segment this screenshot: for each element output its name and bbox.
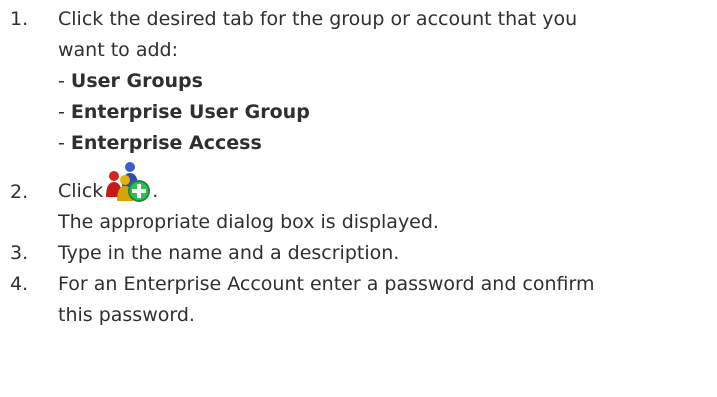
step-number: 2. xyxy=(10,181,29,203)
step-text-period: . xyxy=(152,180,159,202)
option-label: User Groups xyxy=(70,70,203,92)
add-user-group-icon xyxy=(106,161,152,205)
step-4: 4. For an Enterprise Account enter a pas… xyxy=(0,269,717,331)
step-number: 1. xyxy=(10,8,29,30)
option-enterprise-user-group: - Enterprise User Group xyxy=(58,97,717,128)
step-number: 3. xyxy=(10,242,29,264)
step-1: 1. Click the desired tab for the group o… xyxy=(0,4,717,159)
step-text-line: Click the desired tab for the group or a… xyxy=(58,8,578,30)
step-text: Click xyxy=(58,180,104,202)
step-result: The appropriate dialog box is displayed. xyxy=(58,211,439,233)
option-label: Enterprise Access xyxy=(70,132,262,154)
step-text-line: Click . xyxy=(58,161,717,207)
step-text-line: this password. xyxy=(58,304,195,326)
step-text-line: For an Enterprise Account enter a passwo… xyxy=(58,273,595,295)
instruction-steps: 1. Click the desired tab for the group o… xyxy=(0,0,717,331)
option-user-groups: - User Groups xyxy=(58,66,717,97)
option-prefix: - xyxy=(58,132,71,154)
step-text-line: Type in the name and a description. xyxy=(58,242,400,264)
option-prefix: - xyxy=(58,101,71,123)
step-number: 4. xyxy=(10,273,29,295)
step-text-line: want to add: xyxy=(58,39,178,61)
step-3: 3. Type in the name and a description. xyxy=(0,238,717,269)
step-2: 2. Click . The appropriate dialog box is… xyxy=(0,161,717,238)
option-label: Enterprise User Group xyxy=(70,101,310,123)
option-enterprise-access: - Enterprise Access xyxy=(58,128,717,159)
option-prefix: - xyxy=(58,70,71,92)
